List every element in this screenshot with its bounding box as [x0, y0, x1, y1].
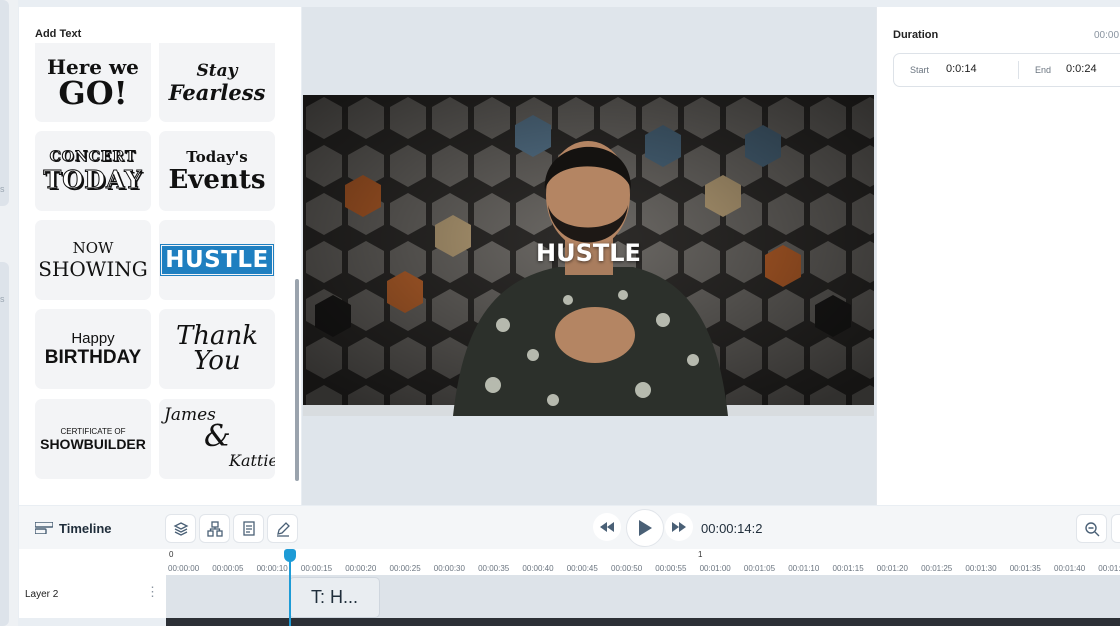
- template-line: HUSTLE: [160, 244, 274, 276]
- ruler-tick-label: 00:00:30: [433, 564, 465, 573]
- ruler-tick-label: 00:01:40: [1054, 564, 1086, 573]
- text-template-now-showing[interactable]: NOW SHOWING: [35, 220, 151, 300]
- template-line: SHOWBUILDER: [40, 435, 146, 452]
- ruler-marker: 1: [698, 550, 703, 559]
- template-line: TODAY: [43, 164, 143, 194]
- ruler-tick-label: 00:00:55: [655, 564, 687, 573]
- split-icon: [206, 520, 223, 537]
- end-label: End: [1035, 65, 1052, 75]
- rail-section: [0, 262, 9, 626]
- ruler-tick-label: 00:00:25: [389, 564, 421, 573]
- properties-panel: Duration 00:00 Start 0:0:14 End 0:0:24: [876, 7, 1120, 505]
- add-text-panel: Add Text Here we GO! Stay Fearless CONCE…: [19, 7, 301, 505]
- text-clip[interactable]: T: H...: [289, 577, 380, 618]
- layer-name: Layer 2: [25, 589, 59, 600]
- timeline-icon: [34, 521, 54, 539]
- playhead-line[interactable]: [289, 560, 291, 626]
- video-preview[interactable]: HUSTLE: [303, 95, 874, 416]
- ruler-tick-label: 00:01:10: [788, 564, 820, 573]
- zoom-in-button[interactable]: [1111, 514, 1120, 543]
- more-options-icon[interactable]: ⋮: [146, 585, 159, 598]
- template-line: You: [193, 346, 241, 376]
- zoom-out-button[interactable]: [1076, 514, 1107, 543]
- text-template-james-kattie[interactable]: James & Kattie: [159, 399, 275, 479]
- template-line: GO!: [58, 73, 128, 112]
- layers-icon: [173, 521, 188, 536]
- track-layer-2: [19, 575, 1120, 618]
- play-icon: [639, 520, 652, 536]
- ruler-tick-label: 00:01:00: [699, 564, 731, 573]
- duration-fields: Start 0:0:14 End 0:0:24: [893, 53, 1120, 87]
- ruler-tick-label: 00:00:05: [212, 564, 244, 573]
- timeline-toolbar: Timeline 00:00:14:2: [19, 506, 1120, 549]
- template-line: Fearless: [168, 79, 266, 105]
- template-line: Kattie: [229, 451, 275, 470]
- rail-glyph: s: [0, 294, 5, 304]
- start-field[interactable]: 0:0:14: [946, 63, 977, 75]
- panel-title: Add Text: [35, 28, 82, 40]
- layers-button[interactable]: [165, 514, 196, 543]
- duration-title: Duration: [893, 29, 939, 41]
- template-line: Events: [168, 165, 266, 195]
- template-line: Thank: [175, 321, 259, 351]
- ruler-tick-label: 00:00:45: [566, 564, 598, 573]
- ruler-tick-label: 00:00:50: [611, 564, 643, 573]
- rewind-icon: [600, 522, 614, 532]
- edit-button[interactable]: [267, 514, 298, 543]
- duration-total: 00:00: [1094, 30, 1120, 41]
- ruler-tick-label: 00:00:00: [168, 564, 200, 573]
- ruler-tick-label: 00:01:20: [876, 564, 908, 573]
- template-line: &: [204, 419, 231, 454]
- template-line: NOW: [72, 239, 114, 257]
- template-line: CONCERT: [49, 148, 137, 165]
- fast-forward-icon: [672, 522, 686, 532]
- overlay-text[interactable]: HUSTLE: [303, 239, 874, 267]
- end-field[interactable]: 0:0:24: [1066, 63, 1097, 75]
- split-button[interactable]: [199, 514, 230, 543]
- video-track-strip: [166, 618, 1120, 626]
- ruler-tick-label: 00:00:35: [478, 564, 510, 573]
- ruler-tick-label: 00:01:30: [965, 564, 997, 573]
- text-template-hustle[interactable]: HUSTLE: [159, 220, 275, 300]
- ruler-tick-label: 00:00:40: [522, 564, 554, 573]
- template-line: CERTIFICATE OF: [60, 426, 126, 436]
- field-divider: [1018, 61, 1019, 79]
- panel-scrollbar[interactable]: [295, 279, 299, 481]
- rewind-button[interactable]: [593, 513, 621, 541]
- ruler-tick-label: 00:01:05: [743, 564, 776, 573]
- pencil-icon: [276, 521, 290, 537]
- track-header: Layer 2 ⋮: [19, 575, 166, 618]
- start-label: Start: [910, 65, 930, 75]
- text-template-thank-you[interactable]: Thank You: [159, 309, 275, 389]
- fast-forward-button[interactable]: [665, 513, 693, 541]
- ruler-tick-label: 00:01:35: [1009, 564, 1041, 573]
- detach-button[interactable]: [233, 514, 264, 543]
- ruler-tick-label: 00:00:15: [300, 564, 333, 573]
- template-line: Stay: [196, 60, 238, 81]
- text-template-stay-fearless[interactable]: Stay Fearless: [159, 43, 275, 122]
- timeline-label: Timeline: [59, 521, 112, 536]
- ruler-tick-label: 00:00:10: [256, 564, 288, 573]
- rail-glyph: s: [0, 184, 5, 194]
- text-template-todays-events[interactable]: Today's Events: [159, 131, 275, 211]
- ruler-tick-label: 00:00:20: [345, 564, 377, 573]
- detach-icon: [242, 520, 255, 536]
- current-time: 00:00:14:2: [701, 521, 763, 536]
- zoom-out-icon: [1084, 521, 1099, 536]
- text-template-happy-birthday[interactable]: Happy BIRTHDAY: [35, 309, 151, 389]
- text-template-here-we-go[interactable]: Here we GO!: [35, 43, 151, 122]
- ruler-tick-label: 00:01:25: [921, 564, 953, 573]
- template-line: BIRTHDAY: [44, 346, 142, 368]
- text-template-concert-today[interactable]: CONCERT TODAY: [35, 131, 151, 211]
- play-button[interactable]: [626, 509, 664, 547]
- ruler-marker: 0: [169, 550, 174, 559]
- ruler-tick-label: 00:01:4: [1098, 564, 1120, 573]
- ruler-tick-label: 00:01:15: [832, 564, 864, 573]
- template-line: Today's: [186, 148, 248, 166]
- rail-section: [0, 0, 9, 206]
- timeline-ruler[interactable]: 0 1 00:00:00 00:00:05 00:00:10 00:00:15 00:0…: [19, 549, 1120, 575]
- template-line: SHOWING: [38, 257, 148, 281]
- text-template-certificate[interactable]: CERTIFICATE OF SHOWBUILDER: [35, 399, 151, 479]
- template-line: Happy: [71, 329, 115, 347]
